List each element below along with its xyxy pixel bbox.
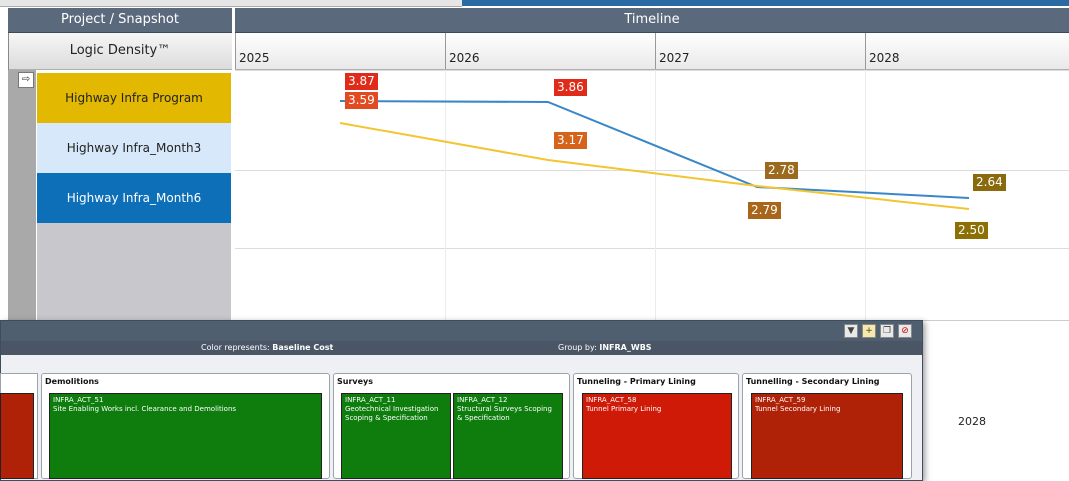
window-top-accent	[462, 0, 1069, 6]
data-label: 3.86	[554, 79, 587, 96]
empty-row-area	[37, 223, 231, 320]
copy-icon[interactable]: ❐	[880, 324, 894, 338]
window-top-edge	[0, 0, 462, 7]
tile-id: INFRA_ACT_51	[53, 396, 104, 404]
tile-name: Tunnel Secondary Lining	[755, 405, 841, 413]
data-label: 2.79	[748, 202, 781, 219]
tile-infra-act-58[interactable]: INFRA_ACT_58 Tunnel Primary Lining	[582, 393, 732, 479]
data-label: 2.64	[973, 174, 1006, 191]
timeline-header[interactable]: Timeline	[235, 8, 1069, 33]
row-highway-infra-month6[interactable]: Highway Infra_Month6	[37, 173, 231, 223]
data-label: 2.50	[955, 222, 988, 239]
row-gutter	[8, 70, 36, 320]
data-label: 3.59	[345, 92, 378, 109]
year-2026: 2026	[445, 33, 655, 69]
row-highway-infra-program[interactable]: Highway Infra Program	[37, 73, 231, 123]
tile-name: Geotechnical Investigation Scoping & Spe…	[345, 405, 439, 422]
year-scale: 2025 2026 2027 2028	[235, 33, 1069, 70]
tile-id: INFRA_ACT_12	[457, 396, 508, 404]
tile-infra-act-11[interactable]: INFRA_ACT_11 Geotechnical Investigation …	[341, 393, 451, 479]
year-2025: 2025	[235, 33, 445, 69]
row-highway-infra-month3[interactable]: Highway Infra_Month3	[37, 123, 231, 173]
group-title: Surveys	[337, 377, 374, 386]
tile-id: INFRA_ACT_11	[345, 396, 396, 404]
series-line-0	[339, 100, 970, 199]
logic-density-chart: 3.87 3.59 3.86 3.17 2.78 2.79 2.64 2.50	[235, 70, 1069, 320]
tile-id: INFRA_ACT_58	[586, 396, 637, 404]
data-label: 3.17	[554, 132, 587, 149]
treemap-info-bar: Color represents: Baseline Cost Group by…	[1, 341, 922, 355]
series-line-1	[339, 122, 970, 210]
treemap-tile-partial[interactable]	[0, 393, 34, 479]
tile-infra-act-12[interactable]: INFRA_ACT_12 Structural Surveys Scoping …	[453, 393, 563, 479]
tile-name: Structural Surveys Scoping & Specificati…	[457, 405, 552, 422]
data-label: 2.78	[765, 162, 798, 179]
group-title: Demolitions	[45, 377, 99, 386]
logic-density-label: Logic Density™	[8, 33, 232, 70]
tile-id: INFRA_ACT_59	[755, 396, 806, 404]
tile-name: Tunnel Primary Lining	[586, 405, 662, 413]
group-title: Tunnelling - Secondary Lining	[746, 377, 880, 386]
color-represents: Color represents: Baseline Cost	[201, 343, 334, 352]
group-by: Group by: INFRA_WBS	[558, 343, 652, 352]
add-icon[interactable]: +	[862, 324, 876, 338]
data-label: 3.87	[345, 73, 378, 90]
cancel-icon[interactable]: ⊘	[898, 324, 912, 338]
tile-infra-act-51[interactable]: INFRA_ACT_51 Site Enabling Works incl. C…	[49, 393, 322, 479]
group-title: Tunneling - Primary Lining	[577, 377, 696, 386]
year-2028: 2028	[865, 33, 1069, 69]
lower-year-label: 2028	[958, 415, 986, 428]
project-snapshot-header[interactable]: Project / Snapshot	[8, 8, 232, 33]
treemap-titlebar[interactable]: ▼ + ❐ ⊘	[1, 321, 922, 341]
tile-name: Site Enabling Works incl. Clearance and …	[53, 405, 237, 413]
year-2027: 2027	[655, 33, 865, 69]
tile-infra-act-59[interactable]: INFRA_ACT_59 Tunnel Secondary Lining	[751, 393, 903, 479]
expand-arrow-icon[interactable]: ⇨	[18, 72, 34, 88]
filter-icon[interactable]: ▼	[844, 324, 858, 338]
